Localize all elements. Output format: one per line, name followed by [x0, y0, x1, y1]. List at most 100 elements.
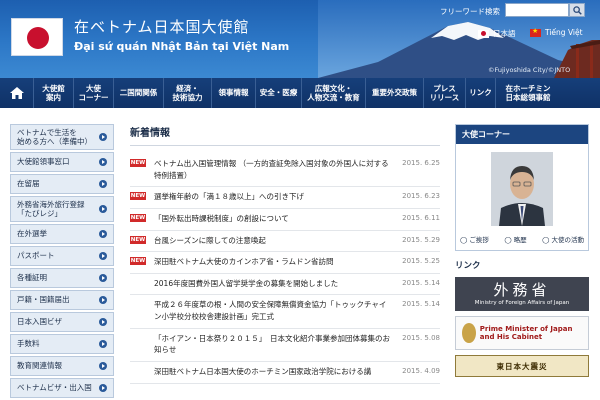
nav-culture-exchange[interactable]: 広報文化・ 人物交流・教育 [302, 78, 366, 108]
badge-spacer [130, 367, 146, 369]
sidebar-item-fees[interactable]: 手数料 [10, 334, 114, 354]
search-label: フリーワード検索 [440, 7, 500, 16]
link-label: ご挨拶 [469, 236, 489, 244]
pm-cabinet-banner-link[interactable]: Prime Minister of Japan and His Cabinet [455, 316, 589, 350]
news-title[interactable]: 選挙権年齢の「満１８歳以上」への引き下げ [154, 191, 390, 203]
site-title-vietnamese[interactable]: Đại sứ quán Nhật Bản tại Việt Nam [74, 40, 289, 53]
lang-japanese-label: 日本語 [493, 29, 516, 38]
arrow-right-icon [99, 274, 107, 282]
lang-japanese-link[interactable]: 日本語 [478, 28, 516, 39]
news-title[interactable]: 深田駐ベトナム日本国大使のホーチミン国家政治学院における講 [154, 366, 390, 378]
news-item[interactable]: 深田駐ベトナム日本国大使のホーチミン国家政治学院における講 2015. 4.09 [130, 362, 440, 384]
ambassador-portrait[interactable] [491, 152, 553, 226]
ambassador-biography-link[interactable]: ◯ 略歴 [504, 234, 526, 244]
news-item[interactable]: 平成２６年度草の根・人間の安全保障無償資金協力「トゥックチャイン小学校分校校舎建… [130, 295, 440, 329]
nav-home-button[interactable] [0, 78, 34, 108]
nav-ambassador-corner[interactable]: 大使 コーナー [74, 78, 114, 108]
sidebar-item-certificates[interactable]: 各種証明 [10, 268, 114, 288]
news-item[interactable]: NEW 深田駐ベトナム大使のカインホア省・ラムドン省訪問 2015. 5.25 [130, 252, 440, 274]
sidebar-item-label: ベトナムビザ・出入国 [17, 383, 92, 393]
new-badge: NEW [130, 159, 146, 167]
ambassador-corner-box: 大使コーナー ◯ ご挨拶 ◯ 略歴 ◯ 大使の活動 [455, 124, 589, 251]
link-label: 略歴 [513, 236, 527, 244]
arrow-right-icon [99, 205, 107, 213]
arrow-right-icon [99, 362, 107, 370]
ambassador-activities-link[interactable]: ◯ 大使の活動 [542, 234, 584, 244]
news-item[interactable]: NEW 台風シーズンに際しての注意喚起 2015. 5.29 [130, 231, 440, 253]
nav-foreign-policy[interactable]: 重要外交政策 [366, 78, 424, 108]
news-title[interactable]: ベトナム出入国管理情報 （一方的査証免除入国対象の外国人に対する特例措置） [154, 158, 390, 181]
news-item[interactable]: NEW 「国外転出時課税制度」の創設について 2015. 6.11 [130, 209, 440, 231]
earthquake-banner-link[interactable]: 東日本大震災 [455, 355, 589, 377]
mofa-banner-link[interactable]: 外務省 Ministry of Foreign Affairs of Japan [455, 277, 589, 311]
news-section: 新着情報 NEW ベトナム出入国管理情報 （一方的査証免除入国対象の外国人に対す… [130, 124, 440, 384]
news-item[interactable]: NEW ベトナム出入国管理情報 （一方的査証免除入国対象の外国人に対する特例措置… [130, 154, 440, 188]
nav-hcmc-consulate[interactable]: 在ホーチミン 日本総領事館 [496, 78, 560, 108]
sidebar-item-label: 教育関連情報 [17, 361, 62, 371]
news-item[interactable]: NEW 選挙権年齢の「満１８歳以上」への引き下げ 2015. 6.23 [130, 187, 440, 209]
photo-credit: ©Fujiyoshida City/©JNTO [488, 66, 571, 74]
news-item[interactable]: 2016年度国費外国人留学奨学金の募集を開始しました 2015. 5.14 [130, 274, 440, 296]
main-nav: 大使館 案内 大使 コーナー 二国間関係 経済・ 技術協力 領事情報 安全・医療… [0, 78, 600, 108]
lang-vietnamese-label: Tiếng Việt [545, 28, 583, 37]
sidebar-item-label: 手数料 [17, 339, 40, 349]
sidebar-item-label: パスポート [17, 251, 55, 261]
sidebar-item-vietnam-visa[interactable]: ベトナムビザ・出入国 [10, 378, 114, 398]
ambassador-greeting-link[interactable]: ◯ ご挨拶 [460, 234, 489, 244]
sidebar-item-label: 外務省海外旅行登録 「たびレジ」 [17, 199, 85, 218]
ambassador-heading[interactable]: 大使コーナー [456, 125, 588, 144]
site-header: 在ベトナム日本国大使館 Đại sứ quán Nhật Bản tại Việ… [0, 0, 600, 78]
sidebar-item-consular-window[interactable]: 大使館領事窓口 [10, 152, 114, 172]
arrow-right-icon [99, 318, 107, 326]
sidebar-item-label: 各種証明 [17, 273, 47, 283]
nav-embassy-info[interactable]: 大使館 案内 [34, 78, 74, 108]
sidebar-item-passport[interactable]: パスポート [10, 246, 114, 266]
nav-press-release[interactable]: プレス リリース [424, 78, 466, 108]
search-button[interactable] [569, 3, 585, 17]
news-title[interactable]: 「国外転出時課税制度」の創設について [154, 213, 390, 225]
nav-bilateral-relations[interactable]: 二国間関係 [114, 78, 164, 108]
sidebar-item-education[interactable]: 教育関連情報 [10, 356, 114, 376]
sidebar-menu: ベトナムで生活を 始める方へ（準備中） 大使館領事窓口 在留届 外務省海外旅行登… [10, 124, 114, 400]
news-title[interactable]: 2016年度国費外国人留学奨学金の募集を開始しました [154, 278, 390, 290]
site-title-japanese[interactable]: 在ベトナム日本国大使館 [74, 16, 250, 37]
news-title[interactable]: 台風シーズンに際しての注意喚起 [154, 235, 390, 247]
magnifier-icon [572, 5, 582, 15]
sidebar-item-residence-report[interactable]: 在留届 [10, 174, 114, 194]
arrow-right-icon [99, 340, 107, 348]
earthquake-banner-label: 東日本大震災 [496, 361, 548, 371]
nav-consular-info[interactable]: 領事情報 [212, 78, 256, 108]
news-date: 2015. 5.29 [402, 235, 440, 244]
right-column: 大使コーナー ◯ ご挨拶 ◯ 略歴 ◯ 大使の活動 リンク 外務省 Minist… [455, 124, 589, 377]
news-date: 2015. 6.11 [402, 213, 440, 222]
news-date: 2015. 5.08 [402, 333, 440, 342]
new-badge: NEW [130, 235, 146, 244]
paulownia-emblem-icon [462, 323, 476, 343]
sidebar-item-label: ベトナムで生活を 始める方へ（準備中） [17, 127, 92, 146]
vietnam-flag-icon [530, 27, 541, 37]
arrow-right-icon [99, 296, 107, 304]
nav-safety-medical[interactable]: 安全・医療 [256, 78, 302, 108]
news-heading: 新着情報 [130, 124, 440, 146]
japan-flag-logo [11, 18, 63, 56]
news-title[interactable]: 深田駐ベトナム大使のカインホア省・ラムドン省訪問 [154, 256, 390, 268]
lang-vietnamese-link[interactable]: Tiếng Việt [530, 27, 583, 37]
news-title[interactable]: 「ホイアン・日本祭り２０１５」 日本文化紹介事業参加団体募集のお知らせ [154, 333, 390, 356]
sidebar-item-label: 日本入国ビザ [17, 317, 62, 327]
new-badge: NEW [130, 213, 146, 222]
news-title[interactable]: 平成２６年度草の根・人間の安全保障無償資金協力「トゥックチャイン小学校分校校舎建… [154, 299, 390, 322]
sidebar-item-family-register[interactable]: 戸籍・国籍届出 [10, 290, 114, 310]
news-date: 2015. 6.25 [402, 159, 440, 167]
nav-economic-cooperation[interactable]: 経済・ 技術協力 [164, 78, 212, 108]
sidebar-item-new-residents[interactable]: ベトナムで生活を 始める方へ（準備中） [10, 124, 114, 150]
mofa-title: 外務省 [493, 280, 551, 299]
new-badge: NEW [130, 257, 146, 266]
new-badge: NEW [130, 192, 146, 201]
sidebar-item-label: 戸籍・国籍届出 [17, 295, 70, 305]
nav-links[interactable]: リンク [466, 78, 496, 108]
search-input[interactable] [505, 3, 569, 17]
sidebar-item-japan-visa[interactable]: 日本入国ビザ [10, 312, 114, 332]
news-item[interactable]: 「ホイアン・日本祭り２０１５」 日本文化紹介事業参加団体募集のお知らせ 2015… [130, 329, 440, 362]
sidebar-item-tabireji[interactable]: 外務省海外旅行登録 「たびレジ」 [10, 196, 114, 222]
sidebar-item-overseas-voting[interactable]: 在外選挙 [10, 224, 114, 244]
